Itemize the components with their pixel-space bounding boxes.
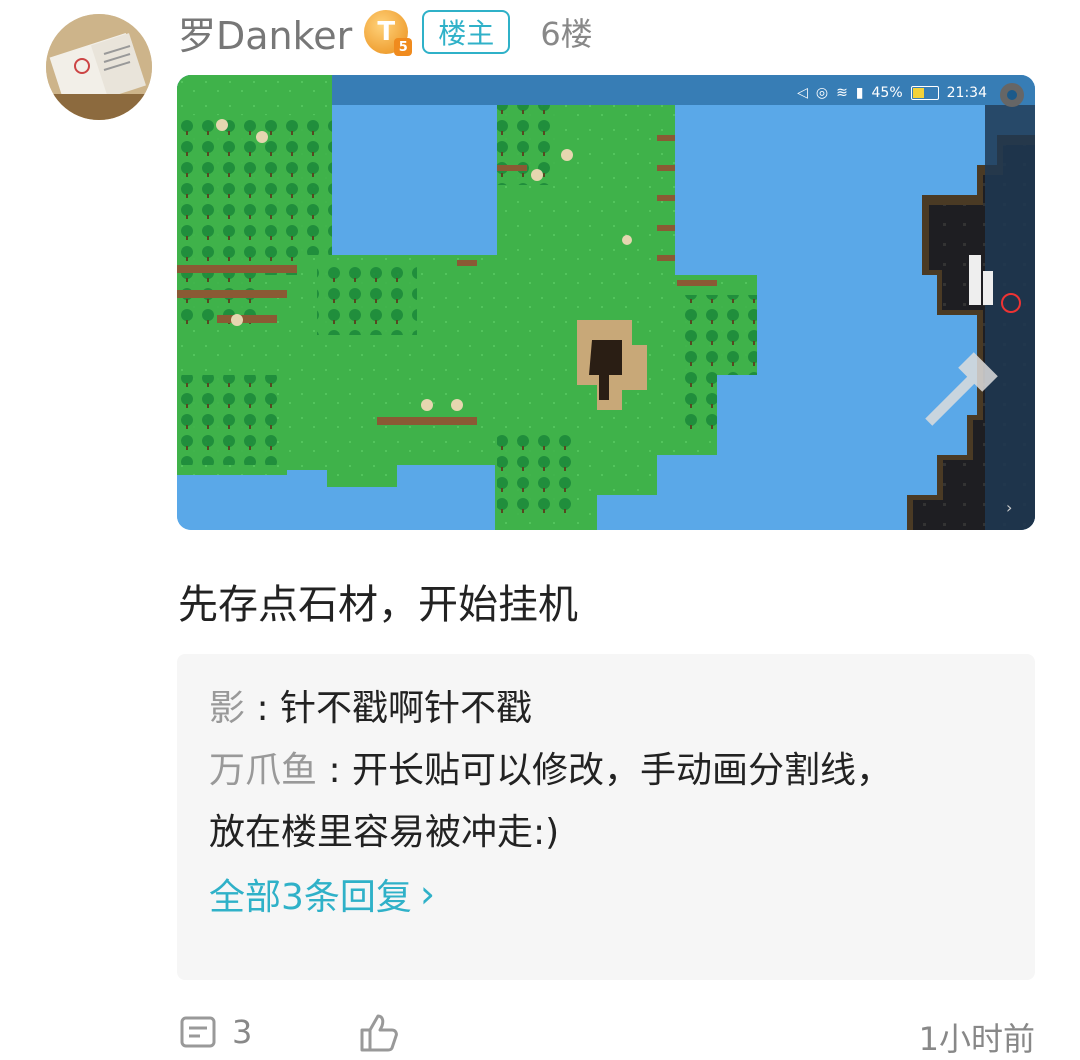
wifi-icon: ≋ — [836, 85, 848, 101]
reply-author[interactable]: 影 — [209, 688, 245, 729]
alarm-icon: ◎ — [815, 85, 829, 101]
view-all-replies-link[interactable]: 全部3条回复 › — [209, 868, 1003, 920]
post-time: 1小时前 — [918, 1020, 1035, 1058]
chevron-right-icon: › — [419, 872, 436, 916]
reply-text: : 针不戳啊针不戳 — [245, 688, 533, 729]
reply-preview-box[interactable]: 影 : 针不戳啊针不戳 万爪鱼 : 开长贴可以修改，手动画分割线， 放在楼里容易… — [177, 654, 1035, 980]
post-image[interactable]: › › ◁ ◎ ≋ ▮ 45% 21:34 — [177, 75, 1035, 530]
username[interactable]: 罗Danker — [178, 5, 352, 60]
reply-author[interactable]: 万爪鱼 — [209, 750, 317, 791]
post-footer: 3 1小时前 — [178, 1012, 1035, 1058]
battery-icon — [910, 86, 939, 100]
comment-count: 3 — [232, 1013, 253, 1051]
like-button[interactable] — [356, 1012, 400, 1056]
level-badge-icon: T 5 — [364, 10, 413, 56]
reply-text-continued: 放在楼里容易被冲走:) — [209, 812, 560, 853]
thumbs-up-icon — [360, 1014, 398, 1052]
op-tag: 楼主 — [422, 10, 511, 54]
phone-status-bar: ◁ ◎ ≋ ▮ 45% 21:34 — [797, 85, 987, 101]
reply-item[interactable]: 万爪鱼 : 开长贴可以修改，手动画分割线， 放在楼里容易被冲走:) — [209, 740, 1003, 864]
reply-item[interactable]: 影 : 针不戳啊针不戳 — [209, 678, 1003, 740]
signal-icon: ▮ — [855, 85, 864, 101]
floor-number: 6楼 — [540, 15, 593, 53]
post-text: 先存点石材，开始挂机 — [178, 582, 578, 628]
sound-icon: ◁ — [797, 85, 808, 101]
svg-text:›: › — [1006, 498, 1012, 517]
post-header: 罗Danker T 5 楼主 6楼 — [178, 4, 593, 60]
reply-text: : 开长贴可以修改，手动画分割线， — [317, 750, 893, 791]
comment-icon — [180, 1016, 216, 1048]
comment-button[interactable]: 3 — [178, 1012, 252, 1052]
user-avatar[interactable] — [46, 14, 152, 120]
